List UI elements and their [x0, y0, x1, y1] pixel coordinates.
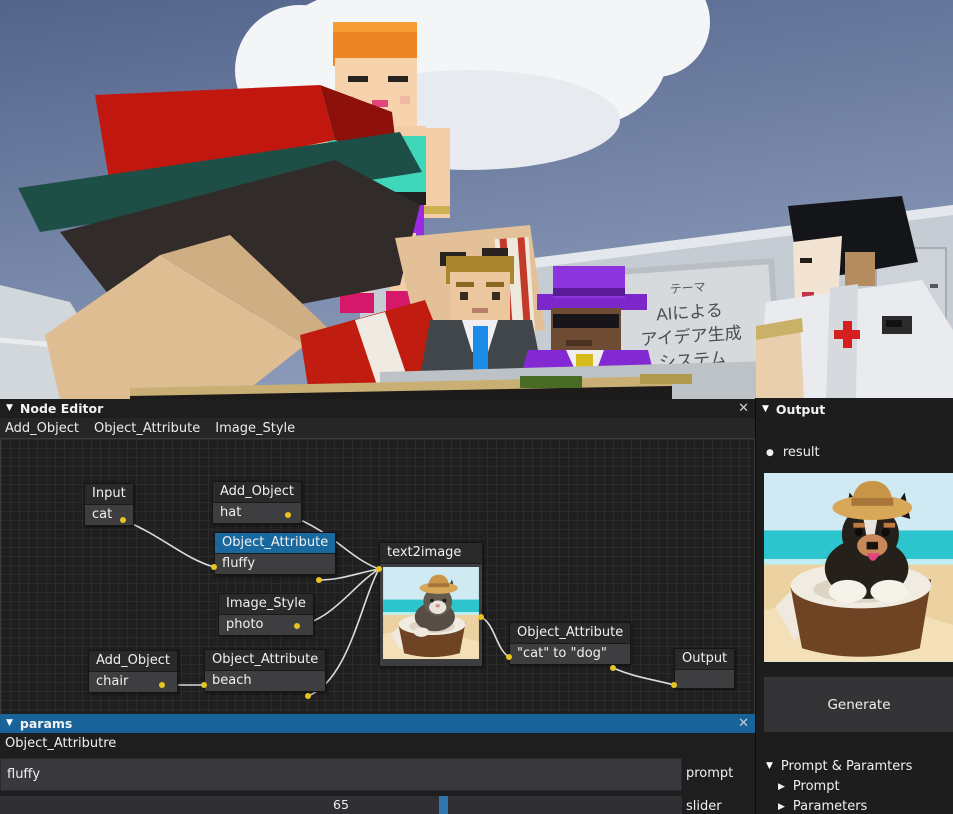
tree-item-prompt[interactable]: ▶ Prompt: [778, 779, 840, 794]
params-section-label: Object_Attributre: [0, 733, 755, 753]
output-header[interactable]: ▼ Output: [756, 398, 953, 417]
app-root: テーマ AIによる アイデア生成 システム: [0, 0, 953, 814]
port-beach-out[interactable]: [305, 693, 311, 699]
port-text2image-out[interactable]: [478, 614, 484, 620]
node-output[interactable]: Output: [674, 648, 735, 689]
result-item[interactable]: ● result: [766, 445, 820, 460]
slider-handle[interactable]: [439, 796, 448, 814]
prompt-label: prompt: [686, 766, 733, 781]
node-add-object-hat-title: Add_Object: [213, 482, 301, 502]
port-chair-out[interactable]: [159, 682, 165, 688]
port-cat-to-dog-in[interactable]: [506, 654, 512, 660]
node-object-attribute-fluffy-value: fluffy: [215, 553, 335, 574]
node-image-style-title: Image_Style: [219, 594, 313, 614]
node-object-attribute-beach[interactable]: Object_Attribute beach: [204, 649, 326, 692]
tree-root-label: Prompt & Paramters: [781, 759, 912, 774]
scene-illustration: テーマ AIによる アイデア生成 システム: [0, 0, 953, 400]
slider-value: 65: [0, 797, 682, 812]
collapse-icon[interactable]: ▼: [762, 405, 769, 414]
menu-add-object[interactable]: Add_Object: [5, 421, 79, 436]
node-text2image-body: [380, 563, 482, 666]
output-title: Output: [776, 402, 825, 417]
tree-item-prompt-label: Prompt: [793, 779, 840, 794]
menu-image-style[interactable]: Image_Style: [215, 421, 295, 436]
expand-icon[interactable]: ▶: [778, 782, 785, 792]
result-image: [764, 473, 953, 662]
port-photo-out[interactable]: [294, 623, 300, 629]
node-object-attribute-cat-to-dog-title: Object_Attribute: [510, 623, 630, 643]
node-editor-title: Node Editor: [20, 401, 103, 416]
node-object-attribute-cat-to-dog-value: "cat" to "dog": [510, 643, 630, 664]
port-cat-out[interactable]: [120, 517, 126, 523]
node-add-object-chair-value: chair: [89, 671, 177, 692]
text2image-thumbnail: [383, 567, 479, 659]
generate-button[interactable]: Generate: [764, 677, 953, 732]
close-icon[interactable]: ✕: [738, 401, 749, 416]
output-panel: ▼ Output ● result: [755, 398, 953, 814]
node-input[interactable]: Input cat: [84, 483, 134, 526]
port-output-in[interactable]: [671, 682, 677, 688]
node-text2image-title: text2image: [380, 543, 482, 563]
tree-prompt-parameters[interactable]: ▼ Prompt & Paramters: [766, 759, 912, 774]
params-panel: ▼ params ✕ Object_Attributre prompt 65 s…: [0, 714, 755, 814]
node-add-object-chair-title: Add_Object: [89, 651, 177, 671]
params-title: params: [20, 716, 72, 731]
collapse-icon[interactable]: ▼: [6, 719, 13, 728]
expand-icon[interactable]: ▶: [778, 802, 785, 812]
collapse-icon[interactable]: ▼: [6, 404, 13, 413]
node-editor-header[interactable]: ▼ Node Editor ✕: [0, 399, 755, 418]
bullet-icon: ●: [766, 448, 774, 458]
tree-item-parameters-label: Parameters: [793, 799, 867, 814]
node-editor-menubar: Add_Object Object_Attribute Image_Style: [0, 418, 755, 438]
node-image-style[interactable]: Image_Style photo: [218, 593, 314, 636]
node-object-attribute-fluffy-title: Object_Attribute: [215, 533, 335, 553]
scene-viewport[interactable]: テーマ AIによる アイデア生成 システム: [0, 0, 953, 400]
node-object-attribute-beach-title: Object_Attribute: [205, 650, 325, 670]
port-fluffy-out[interactable]: [316, 577, 322, 583]
node-text2image[interactable]: text2image: [379, 542, 483, 667]
node-input-title: Input: [85, 484, 133, 504]
whiteboard-title: テーマ: [669, 280, 706, 296]
port-fluffy-in[interactable]: [211, 564, 217, 570]
prompt-input[interactable]: [0, 758, 682, 791]
param-slider[interactable]: 65: [0, 796, 682, 814]
node-object-attribute-cat-to-dog[interactable]: Object_Attribute "cat" to "dog": [509, 622, 631, 665]
port-cat-to-dog-out[interactable]: [610, 665, 616, 671]
close-icon[interactable]: ✕: [738, 716, 749, 731]
params-header[interactable]: ▼ params ✕: [0, 714, 755, 733]
tree-item-parameters[interactable]: ▶ Parameters: [778, 799, 867, 814]
node-editor-panel: ▼ Node Editor ✕ Add_Object Object_Attrib…: [0, 399, 755, 714]
node-input-value: cat: [85, 504, 133, 525]
node-object-attribute-beach-value: beach: [205, 670, 325, 691]
port-text2image-in[interactable]: [376, 566, 382, 572]
port-beach-in[interactable]: [201, 682, 207, 688]
result-label: result: [783, 445, 820, 460]
node-object-attribute-fluffy[interactable]: Object_Attribute fluffy: [214, 532, 336, 575]
port-hat-out[interactable]: [285, 512, 291, 518]
menu-object-attribute[interactable]: Object_Attribute: [94, 421, 200, 436]
slider-label: slider: [686, 799, 722, 814]
node-output-value: [675, 669, 734, 688]
node-canvas[interactable]: Input cat Add_Object hat Object_Attribut…: [0, 438, 755, 714]
node-output-title: Output: [675, 649, 734, 669]
collapse-icon[interactable]: ▼: [766, 762, 773, 771]
